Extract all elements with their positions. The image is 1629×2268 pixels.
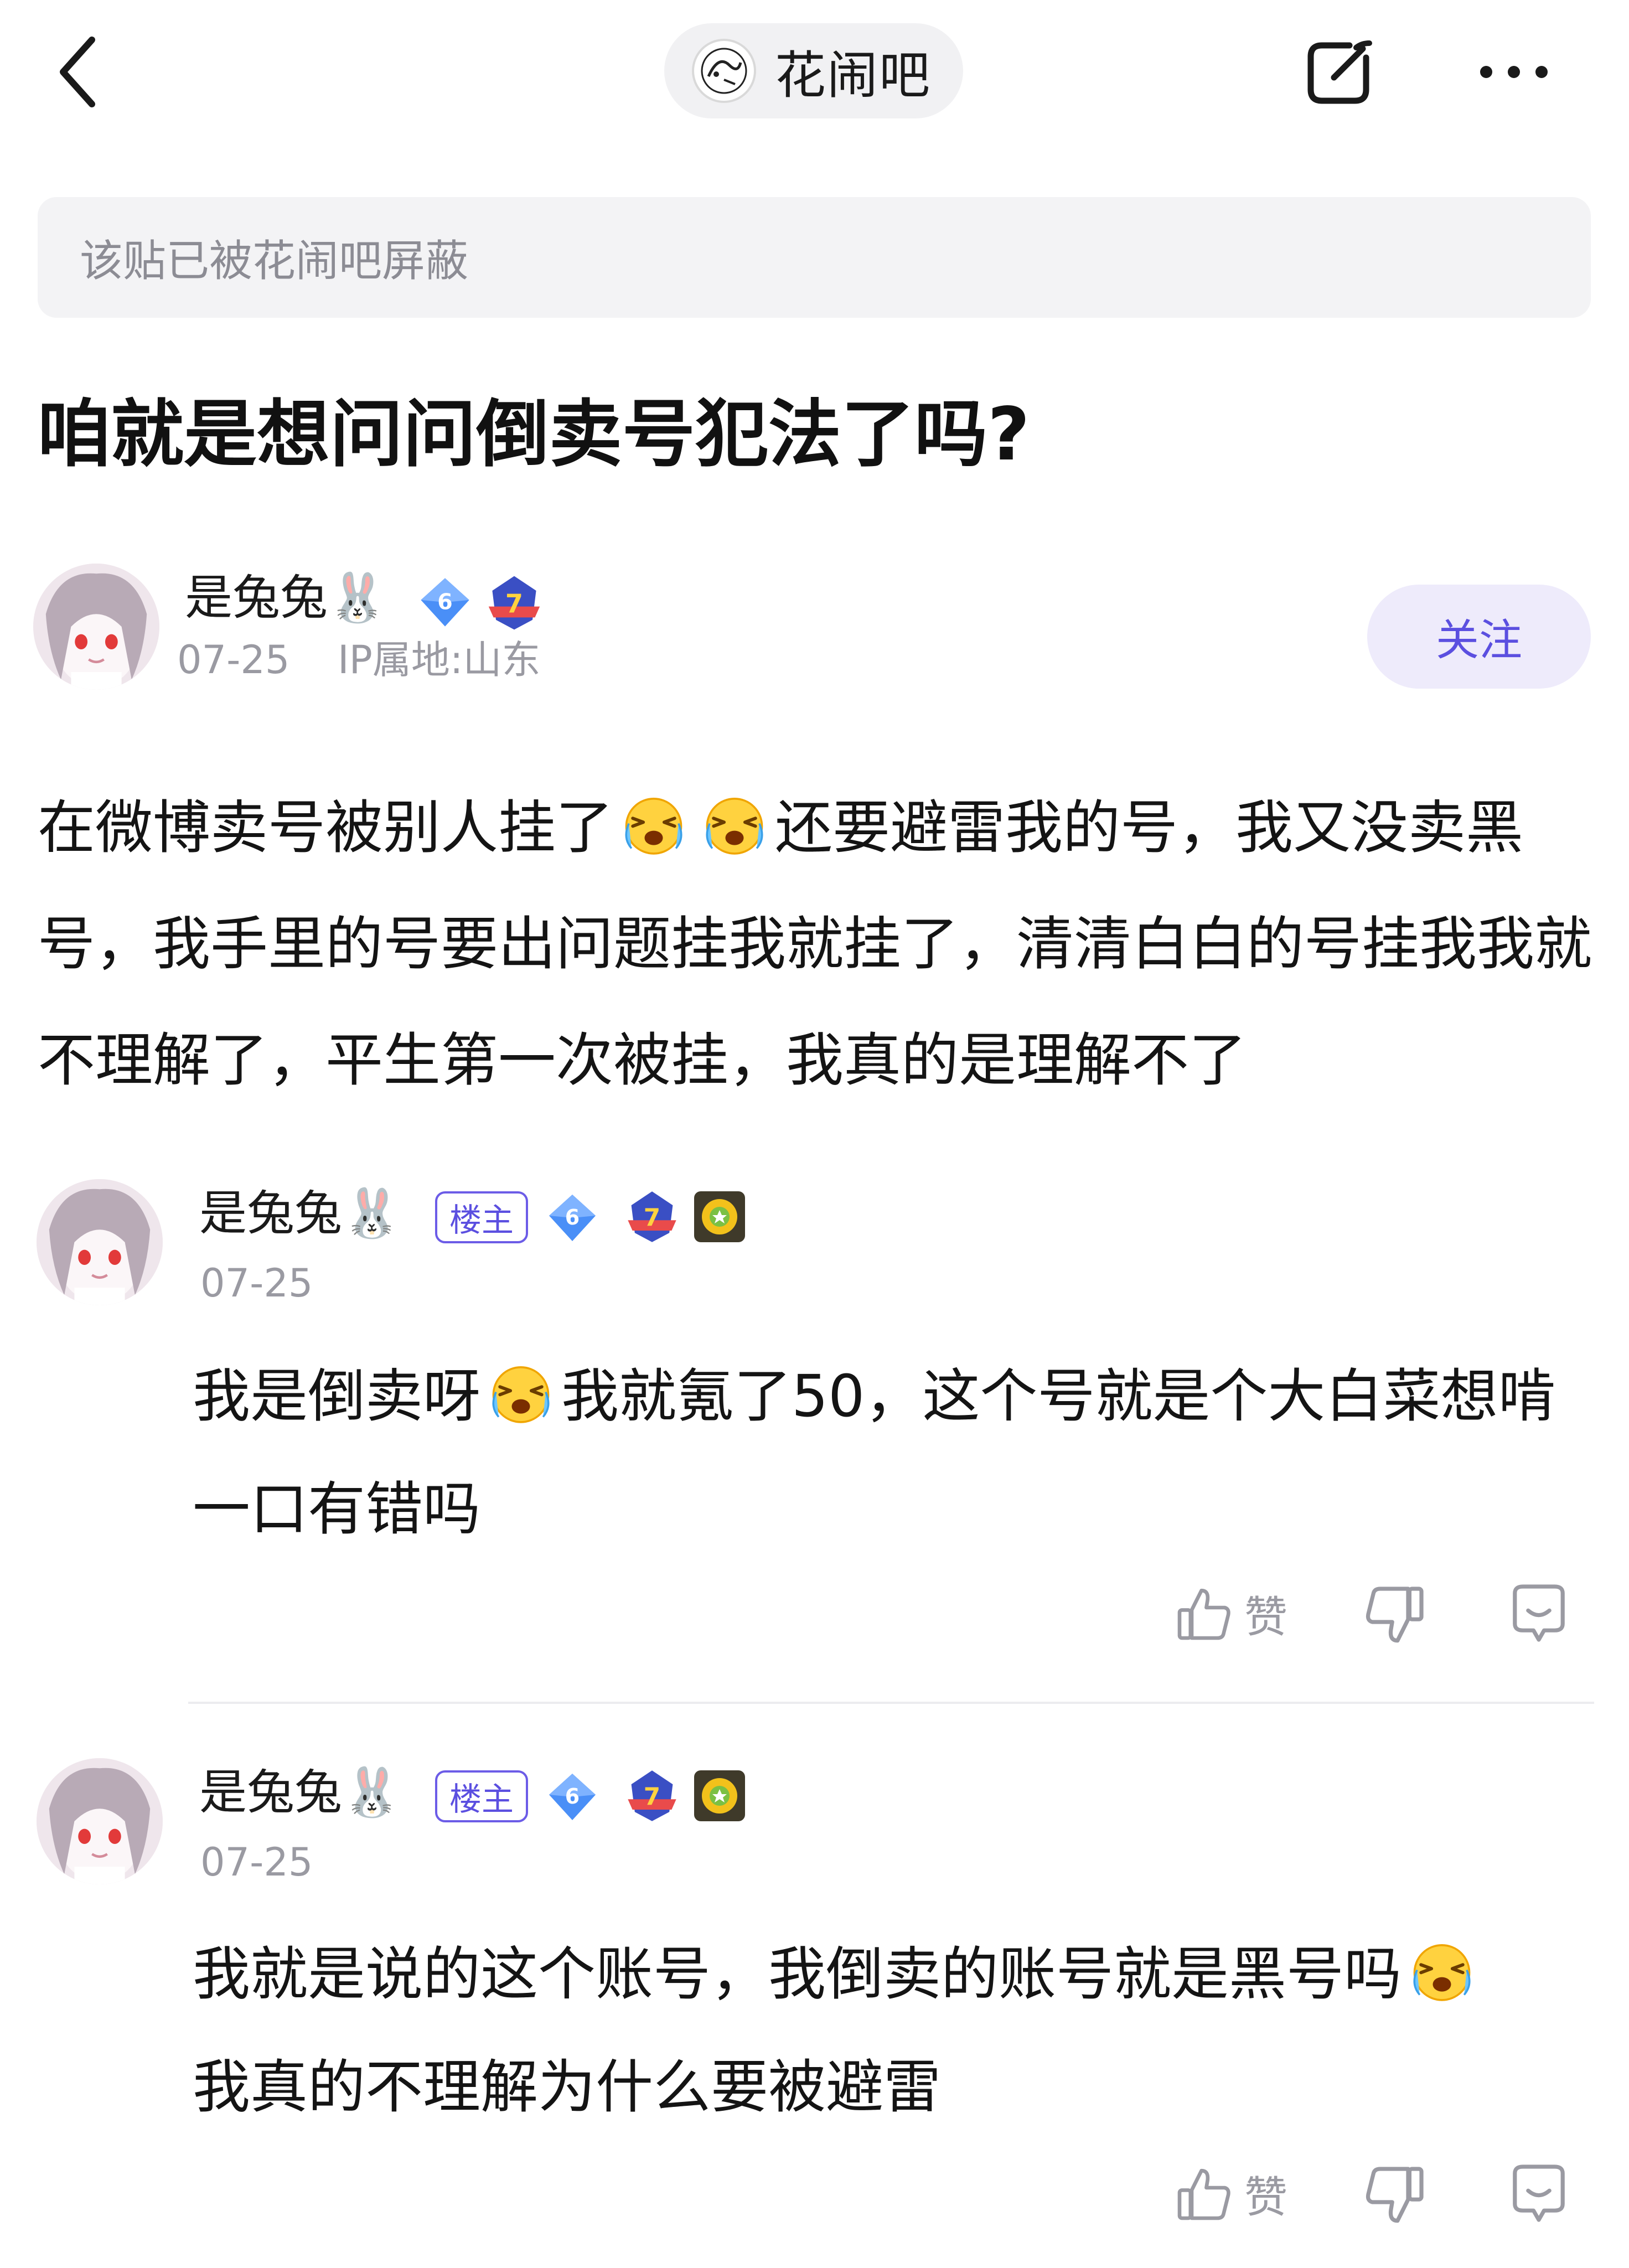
rank-badge-icon	[484, 572, 545, 633]
reply-body: 我是倒卖呀 我就氪了50，这个号就是个大白菜想啃一口有错吗	[193, 1340, 1587, 1566]
post-body: 在微博卖号被别人挂了 还要避雷我的号，我又没卖黑号，我手里的号要出问题挂我就挂了，…	[38, 769, 1599, 1118]
rank-badge-icon	[623, 1188, 681, 1246]
crying-emoji-icon	[702, 792, 767, 857]
reply-actions: 赞	[1173, 2158, 1594, 2230]
like-button[interactable]: 赞	[1173, 2158, 1306, 2230]
blocked-notice: 该贴已被花闹吧屏蔽	[38, 197, 1591, 318]
forum-chip[interactable]: 花闹吧	[664, 23, 963, 118]
edit-button[interactable]	[1301, 33, 1378, 111]
level-diamond-icon	[416, 574, 474, 631]
thumbs-down-icon	[1362, 1582, 1428, 1649]
op-tag: 楼主	[435, 1191, 528, 1243]
reply-author-name[interactable]: 是兔兔🐰	[199, 1765, 401, 1820]
dislike-button[interactable]	[1362, 2162, 1428, 2229]
reply-text-1: 我是倒卖呀	[193, 1362, 481, 1430]
like-label: 赞	[1244, 1593, 1288, 1642]
forum-logo	[692, 39, 756, 103]
level-diamond-icon	[545, 1769, 600, 1825]
sun-badge-icon	[692, 1189, 747, 1244]
post-date: 07-25	[177, 637, 290, 683]
author-avatar[interactable]	[33, 564, 159, 690]
comment-button[interactable]	[1506, 1580, 1572, 1646]
reply-date: 07-25	[200, 1260, 313, 1306]
rank-badge-icon	[623, 1767, 681, 1825]
reply-actions: 赞	[1173, 1578, 1594, 1650]
reply-avatar[interactable]	[37, 1179, 163, 1305]
edit-icon	[1307, 40, 1372, 104]
follow-button[interactable]: 关注	[1367, 585, 1591, 689]
reply-text-1: 我就是说的这个账号，我倒卖的账号就是黑号吗	[193, 1940, 1402, 2008]
ip-location: IP属地:山东	[338, 637, 541, 683]
like-button[interactable]: 赞	[1173, 1578, 1306, 1650]
comment-icon	[1506, 1580, 1572, 1646]
post-title: 咱就是想问问倒卖号犯法了吗?	[38, 392, 1030, 477]
sun-badge-icon	[692, 1768, 747, 1823]
back-icon	[60, 37, 95, 107]
crying-emoji-icon	[621, 792, 686, 857]
forum-name: 花闹吧	[775, 45, 932, 105]
thumbs-up-icon	[1173, 2163, 1234, 2224]
reply-body: 我就是说的这个账号，我倒卖的账号就是黑号吗 我真的不理解为什么要被避雷	[193, 1918, 1587, 2143]
level-diamond-icon	[545, 1190, 600, 1246]
reply-author-name[interactable]: 是兔兔🐰	[199, 1186, 401, 1241]
op-tag: 楼主	[435, 1770, 528, 1822]
like-label: 赞	[1244, 2173, 1288, 2223]
thumbs-down-icon	[1362, 2162, 1428, 2229]
thumbs-up-icon	[1173, 1583, 1234, 1644]
divider	[188, 1702, 1594, 1704]
top-bar: 花闹吧	[0, 0, 1629, 144]
reply-date: 07-25	[200, 1840, 313, 1885]
dislike-button[interactable]	[1362, 1582, 1428, 1649]
reply-avatar[interactable]	[37, 1758, 163, 1884]
author-name[interactable]: 是兔兔🐰	[185, 570, 387, 626]
crying-emoji-icon	[488, 1361, 554, 1426]
comment-button[interactable]	[1506, 2160, 1572, 2226]
more-button[interactable]	[1472, 50, 1555, 94]
more-icon	[1480, 66, 1548, 78]
comment-icon	[1506, 2160, 1572, 2226]
post-body-text-1: 在微博卖号被别人挂了	[38, 794, 614, 861]
reply-text-2: 我真的不理解为什么要被避雷	[193, 2053, 942, 2121]
back-button[interactable]	[53, 33, 103, 111]
crying-emoji-icon	[1409, 1939, 1475, 2004]
